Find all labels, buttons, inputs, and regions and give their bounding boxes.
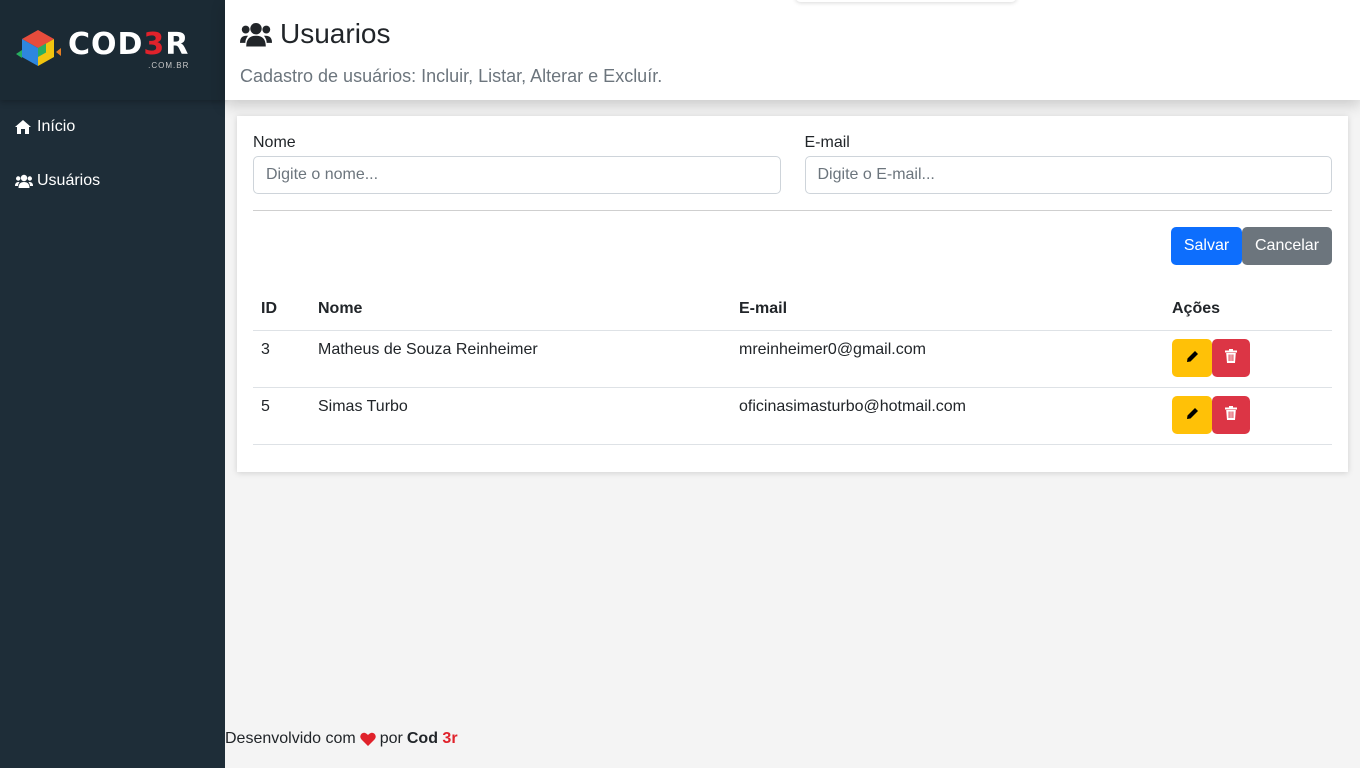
- footer-middle: por: [379, 730, 403, 747]
- name-input[interactable]: [253, 156, 781, 194]
- divider: [253, 210, 1332, 211]
- footer-prefix: Desenvolvido com: [225, 730, 356, 747]
- cell-email: mreinheimer0@gmail.com: [731, 330, 1164, 388]
- cell-id: 5: [253, 387, 310, 445]
- top-tab-decoration: [795, 0, 1017, 2]
- delete-button[interactable]: [1212, 338, 1250, 377]
- heart-icon: [359, 732, 376, 746]
- cell-email: oficinasimasturbo@hotmail.com: [731, 387, 1164, 445]
- users-icon: [240, 21, 272, 47]
- sidebar-item-usuarios[interactable]: Usuários: [0, 154, 225, 208]
- home-icon: [15, 119, 33, 135]
- logo-text-main: COD: [68, 27, 144, 62]
- edit-button[interactable]: [1172, 395, 1212, 434]
- edit-button[interactable]: [1172, 338, 1212, 377]
- logo[interactable]: COD3R .COM.BR: [0, 0, 225, 100]
- logo-text-accent: 3: [143, 27, 166, 62]
- sidebar-item-label: Usuários: [37, 172, 101, 189]
- users-table: ID Nome E-mail Ações 3 Matheus de Souza …: [253, 289, 1332, 445]
- trash-icon: [1225, 406, 1237, 423]
- header-email: E-mail: [731, 289, 1164, 331]
- table-header-row: ID Nome E-mail Ações: [253, 289, 1332, 331]
- table-row: 5 Simas Turbo oficinasimasturbo@hotmail.…: [253, 387, 1332, 445]
- footer-brand-main: Cod: [406, 730, 438, 747]
- email-label: E-mail: [804, 134, 850, 151]
- save-button[interactable]: Salvar: [1171, 227, 1242, 265]
- footer-brand-accent: 3r: [442, 730, 458, 747]
- logo-subtext: .COM.BR: [148, 61, 190, 70]
- pencil-icon: [1186, 350, 1199, 366]
- user-form-card: Nome E-mail Salvar Cancelar ID Nome E-ma…: [237, 116, 1348, 472]
- logo-cube-icon: [14, 28, 62, 73]
- page-subtitle: Cadastro de usuários: Incluir, Listar, A…: [240, 66, 663, 86]
- logo-text-end: R: [165, 27, 190, 62]
- users-icon: [15, 173, 33, 189]
- page-header: Usuarios Cadastro de usuários: Incluir, …: [225, 0, 1360, 100]
- cell-nome: Simas Turbo: [310, 387, 731, 445]
- sidebar: COD3R .COM.BR Início Usuários: [0, 0, 225, 768]
- footer-brand: Cod 3r: [407, 730, 458, 748]
- table-row: 3 Matheus de Souza Reinheimer mreinheime…: [253, 330, 1332, 388]
- name-label: Nome: [253, 134, 296, 151]
- pencil-icon: [1186, 407, 1199, 423]
- cell-id: 3: [253, 330, 310, 388]
- cell-actions: [1164, 387, 1332, 445]
- trash-icon: [1225, 349, 1237, 366]
- cell-nome: Matheus de Souza Reinheimer: [310, 330, 731, 388]
- sidebar-item-inicio[interactable]: Início: [0, 100, 225, 154]
- header-id: ID: [253, 289, 310, 331]
- header-nome: Nome: [310, 289, 731, 331]
- sidebar-item-label: Início: [37, 118, 76, 135]
- page-title: Usuarios: [280, 18, 391, 49]
- cell-actions: [1164, 330, 1332, 388]
- email-input[interactable]: [804, 156, 1332, 194]
- header-acoes: Ações: [1164, 289, 1332, 331]
- footer: Desenvolvido com por Cod 3r: [225, 730, 458, 748]
- cancel-button[interactable]: Cancelar: [1242, 227, 1332, 265]
- delete-button[interactable]: [1212, 395, 1250, 434]
